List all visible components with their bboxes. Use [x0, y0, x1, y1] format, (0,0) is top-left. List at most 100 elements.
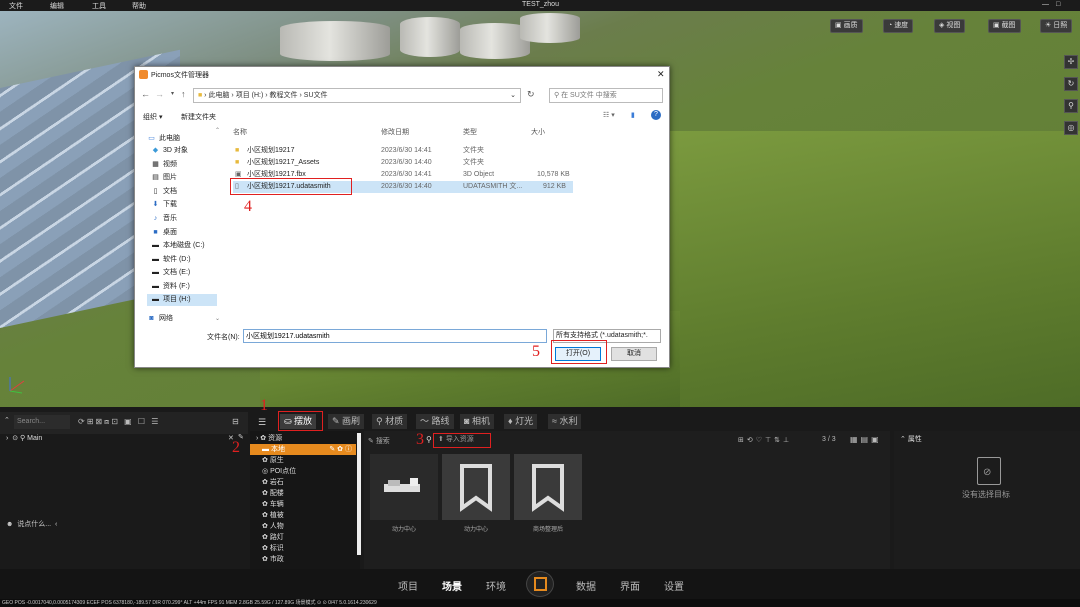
recent-dropdown-icon[interactable]: ▾ — [171, 90, 174, 97]
tab-water[interactable]: ≈ 水利 — [548, 414, 582, 429]
nav-drive-e[interactable]: ▬ 文档 (E:) — [151, 267, 190, 279]
nav-drive-h[interactable]: ▬ 项目 (H:) — [147, 294, 217, 306]
menu-edit[interactable]: 编辑 — [50, 1, 64, 11]
column-type[interactable]: 类型 — [463, 127, 477, 137]
nav-settings[interactable]: 设置 — [664, 578, 684, 593]
file-row[interactable]: ■ 小区规划19217 2023/6/30 14:41 文件夹 — [233, 145, 573, 157]
empty-selection-text: 没有选择目标 — [962, 490, 1010, 499]
asset-tile[interactable] — [514, 454, 582, 520]
tree-item[interactable]: ✿ 植被 — [262, 510, 284, 521]
tree-item[interactable]: ✿ 原生 — [262, 455, 284, 466]
organize-button[interactable]: 组织 ▾ — [143, 112, 162, 122]
tree-item[interactable]: ✿ 岩石 — [262, 477, 284, 488]
view-button[interactable]: ◈ 视图 — [934, 19, 966, 33]
cancel-button[interactable]: 取消 — [611, 347, 657, 361]
nav-data[interactable]: 数据 — [576, 578, 596, 593]
nav-videos[interactable]: ▦ 视频 — [151, 159, 177, 171]
tree-item[interactable]: ✿ 车辆 — [262, 499, 284, 510]
preview-pane-icon[interactable]: ▮ — [631, 111, 635, 119]
outliner-tool-icons[interactable]: ⟳⊞⊠⧈⊡ ▣ ☐ ☰ — [78, 417, 160, 427]
search-icon[interactable]: ⚲ — [426, 435, 432, 444]
nav-3d-objects[interactable]: ◆ 3D 对象 — [151, 145, 188, 157]
nav-this-pc[interactable]: ▭ 此电脑 — [147, 133, 180, 145]
breadcrumb-item[interactable]: 此电脑 — [208, 92, 229, 99]
breadcrumb[interactable]: ■ › 此电脑 › 项目 (H:) › 教程文件 › SU文件 ⌄ — [193, 88, 521, 103]
nav-drive-d[interactable]: ▬ 软件 (D:) — [151, 254, 191, 266]
grid-view-icons[interactable]: ▦▤▣ — [850, 435, 882, 444]
asset-tile[interactable] — [442, 454, 510, 520]
asset-tile[interactable] — [370, 454, 438, 520]
file-row[interactable]: ■ 小区规划19217_Assets 2023/6/30 14:40 文件夹 — [233, 157, 573, 169]
tree-item[interactable]: ✿ 配楼 — [262, 488, 284, 499]
view-options-icon[interactable]: ☷ ▾ — [603, 111, 615, 119]
home-logo-button[interactable] — [526, 571, 554, 597]
move-icon[interactable]: ✢ — [1064, 55, 1078, 69]
outliner-search-input[interactable]: Search... — [14, 415, 70, 429]
nav-scene[interactable]: 场景 — [442, 578, 462, 593]
back-icon[interactable]: ← — [141, 89, 150, 99]
panel-menu-icon[interactable]: ⊟ — [232, 417, 239, 426]
tree-scrollbar[interactable] — [357, 433, 361, 555]
up-icon[interactable]: ↑ — [181, 89, 186, 99]
tab-camera[interactable]: ◙ 相机 — [460, 414, 494, 429]
asset-search-input[interactable]: ✎ 搜索 — [368, 436, 390, 446]
tree-item[interactable]: ✿ 市政 — [262, 554, 284, 565]
collapse-icon[interactable]: ⌃ — [4, 416, 10, 424]
new-folder-button[interactable]: 新建文件夹 — [181, 112, 216, 122]
refresh-icon[interactable]: ↻ — [527, 89, 535, 100]
nav-desktop[interactable]: ■ 桌面 — [151, 227, 177, 239]
help-icon[interactable]: ? — [651, 110, 661, 120]
nav-pictures[interactable]: ▤ 图片 — [151, 172, 177, 184]
menu-tools[interactable]: 工具 — [92, 1, 106, 11]
breadcrumb-item[interactable]: 项目 (H:) — [236, 92, 264, 99]
screenshot-button[interactable]: ▣ 截图 — [988, 19, 1021, 33]
minimize-icon[interactable]: — — [1042, 1, 1049, 8]
nav-downloads[interactable]: ⬇ 下载 — [151, 199, 177, 211]
tree-root[interactable]: › ✿ 资源 — [256, 433, 282, 444]
quality-button[interactable]: ▣ 画质 — [830, 19, 863, 33]
maximize-icon[interactable]: □ — [1056, 1, 1060, 8]
nav-documents[interactable]: ▯ 文档 — [151, 186, 177, 198]
tree-item-actions-icon[interactable]: ✎ ✿ ⓘ — [329, 444, 352, 455]
column-name[interactable]: 名称 — [233, 127, 247, 137]
tab-route[interactable]: 〜 路线 — [416, 414, 454, 429]
speed-button[interactable]: ◔ 速度 — [883, 19, 914, 33]
nav-drive-c[interactable]: ▬ 本地磁盘 (C:) — [151, 240, 205, 252]
nav-network[interactable]: ◙ 网络 — [147, 313, 173, 325]
view-label: 视图 — [946, 22, 961, 29]
column-date[interactable]: 修改日期 — [381, 127, 409, 137]
column-size[interactable]: 大小 — [531, 127, 545, 137]
chevron-down-icon[interactable]: ⌄ — [510, 89, 516, 102]
scroll-down-icon[interactable]: ⌄ — [215, 315, 220, 322]
tab-material[interactable]: ⚲ 材质 — [372, 414, 408, 429]
tree-item[interactable]: ✿ 路灯 — [262, 532, 284, 543]
rotate-icon[interactable]: ↻ — [1064, 77, 1078, 91]
chat-input[interactable]: ☻ 说点什么... ‹ — [6, 519, 57, 529]
breadcrumb-item[interactable]: SU文件 — [304, 92, 328, 99]
person-icon[interactable]: ⚲ — [1064, 99, 1078, 113]
nav-music[interactable]: ♪ 音乐 — [151, 213, 177, 225]
nav-environment[interactable]: 环境 — [486, 578, 506, 593]
breadcrumb-item[interactable]: 教程文件 — [270, 92, 298, 99]
forward-icon[interactable]: → — [155, 89, 164, 99]
scroll-up-icon[interactable]: ⌃ — [215, 127, 220, 134]
asset-sort-icons[interactable]: ⊞⟲♡⊤⇅⊥ — [738, 436, 792, 444]
menu-file[interactable]: 文件 — [9, 1, 23, 11]
menu-help[interactable]: 帮助 — [132, 1, 146, 11]
camera-icon[interactable]: ◎ — [1064, 121, 1078, 135]
nav-project[interactable]: 项目 — [398, 578, 418, 593]
tree-item-local[interactable]: ▬ 本地 ✎ ✿ ⓘ — [250, 444, 356, 455]
close-icon[interactable]: ✕ — [657, 69, 665, 80]
sunlight-button[interactable]: ☀ 日照 — [1040, 19, 1073, 33]
tab-brush[interactable]: ✎ 画刷 — [328, 414, 365, 429]
tab-light[interactable]: ♦ 灯光 — [504, 414, 538, 429]
hamburger-menu-icon[interactable]: ☰ — [258, 417, 266, 428]
tree-item[interactable]: ◎ POI点位 — [262, 466, 296, 477]
nav-drive-f[interactable]: ▬ 资料 (F:) — [151, 281, 190, 293]
tree-item-main[interactable]: › ⊙ ⚲ Main — [6, 434, 42, 442]
tree-item[interactable]: ✿ 人物 — [262, 521, 284, 532]
nav-interface[interactable]: 界面 — [620, 578, 640, 593]
tree-item[interactable]: ✿ 标识 — [262, 543, 284, 554]
folder-search-input[interactable]: ⚲ 在 SU文件 中搜索 — [549, 88, 663, 103]
filename-input[interactable] — [243, 329, 547, 343]
